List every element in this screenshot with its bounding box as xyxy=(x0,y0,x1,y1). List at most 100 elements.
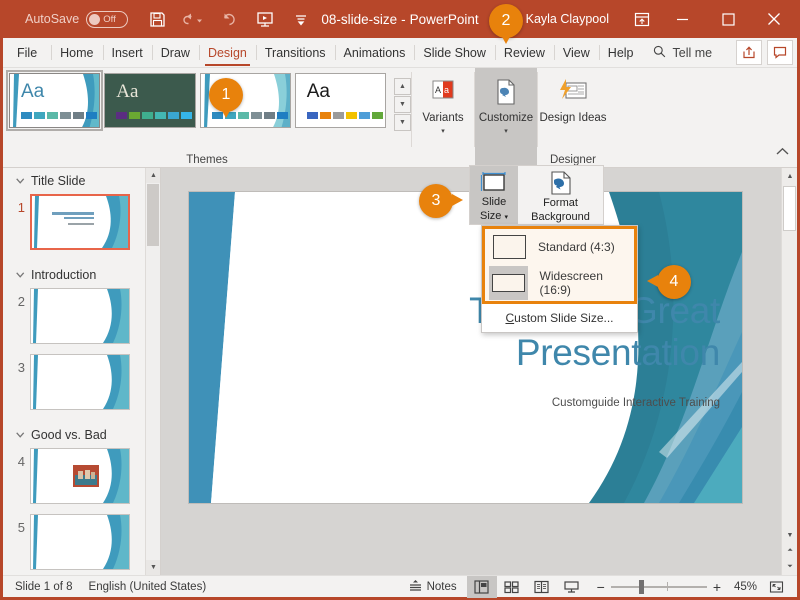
zoom-slider-handle[interactable] xyxy=(638,579,644,594)
tab-draw[interactable]: Draw xyxy=(151,38,199,67)
section-header-title-slide[interactable]: Title Slide xyxy=(3,168,160,190)
scroll-up-icon[interactable]: ▲ xyxy=(782,168,798,184)
slide-thumbnail-1[interactable] xyxy=(30,194,130,250)
menu-item-standard-4-3[interactable]: Standard (4:3) xyxy=(485,229,634,265)
collapse-ribbon-icon[interactable] xyxy=(776,145,789,159)
previous-slide-icon[interactable]: ⏶ xyxy=(782,543,798,559)
menu-item-label: Widescreen (16:9) xyxy=(539,269,603,297)
variants-button[interactable]: Aa Variants ▾ xyxy=(412,68,474,135)
zoom-in-button[interactable]: + xyxy=(713,579,721,595)
section-header-introduction[interactable]: Introduction xyxy=(3,256,160,284)
scrollbar-thumb[interactable] xyxy=(147,184,159,246)
tab-transitions[interactable]: Transitions xyxy=(255,38,335,67)
tab-animations[interactable]: Animations xyxy=(334,38,415,67)
comments-icon[interactable] xyxy=(767,40,793,65)
ribbon-group-customize: Customize ▾ xyxy=(475,68,537,168)
variants-label: Variants xyxy=(422,112,464,124)
tab-design[interactable]: Design xyxy=(198,38,256,67)
design-ideas-label: Design Ideas xyxy=(539,112,607,124)
list-item[interactable]: 2 xyxy=(3,284,160,350)
tab-help[interactable]: Help xyxy=(598,38,643,67)
ribbon-display-options-icon[interactable] xyxy=(625,0,659,38)
zoom-slider[interactable] xyxy=(610,579,707,594)
autosave-state: Off xyxy=(103,13,116,25)
scroll-down-icon[interactable]: ▼ xyxy=(146,560,160,575)
current-slide-canvas[interactable]: Tips for a Great Presentation Customguid… xyxy=(189,192,742,503)
menu-item-widescreen-16-9[interactable]: Widescreen (16:9) xyxy=(485,265,634,301)
slideshow-view-icon[interactable] xyxy=(557,576,587,598)
list-item[interactable]: 3 xyxy=(3,350,160,416)
slide-thumbnail-4[interactable] xyxy=(30,448,130,504)
theme-thumbnail-2[interactable]: Aa xyxy=(104,73,196,128)
theme-thumbnail-4[interactable]: Aa xyxy=(294,73,386,128)
notes-button[interactable]: Notes xyxy=(399,579,467,594)
autosave-toggle-group[interactable]: AutoSave Off xyxy=(25,10,129,28)
slide-sorter-icon[interactable] xyxy=(497,576,527,598)
list-item[interactable]: 1 xyxy=(3,190,160,256)
scroll-down-icon[interactable]: ▼ xyxy=(782,527,798,543)
list-item[interactable]: 5 xyxy=(3,510,160,575)
maximize-button[interactable] xyxy=(705,0,751,38)
account-name[interactable]: Kayla Claypool xyxy=(526,12,609,26)
autosave-label: AutoSave xyxy=(25,12,80,26)
slide-thumbnail-5[interactable] xyxy=(30,514,130,570)
menu-item-custom-slide-size[interactable]: Custom Slide Size... xyxy=(482,304,637,332)
slide-size-options-highlight: Standard (4:3) Widescreen (16:9) xyxy=(482,226,637,304)
design-ideas-button[interactable]: Design Ideas xyxy=(538,68,608,125)
theme-swatches xyxy=(116,112,193,119)
undo-icon[interactable] xyxy=(182,8,204,30)
tab-slide-show[interactable]: Slide Show xyxy=(414,38,495,67)
slide-size-button[interactable]: Slide Size ▾ xyxy=(470,166,518,224)
slide-counter[interactable]: Slide 1 of 8 xyxy=(15,581,73,593)
list-item[interactable]: 4 xyxy=(3,444,160,510)
tab-home[interactable]: Home xyxy=(51,38,102,67)
tab-file[interactable]: File xyxy=(3,38,51,67)
format-background-button[interactable]: Format Background xyxy=(518,166,603,224)
tell-me-search[interactable]: Tell me xyxy=(643,38,723,67)
variants-caret-icon[interactable]: ▾ xyxy=(441,128,445,135)
customize-label: Customize xyxy=(478,112,534,124)
fit-slide-icon[interactable] xyxy=(763,580,789,594)
slide-subtitle-text[interactable]: Customguide Interactive Training xyxy=(300,397,720,409)
next-slide-icon[interactable]: ⏷ xyxy=(782,559,798,575)
themes-scroll-down-icon[interactable]: ▼ xyxy=(394,96,411,113)
theme-wave-graphic xyxy=(272,74,290,127)
ribbon: Aa Aa Aa ▲ ▼ ▼ Themes A a Variants ▾ Cus… xyxy=(3,68,797,168)
editor-vertical-scrollbar[interactable]: ▲ ▼ ⏶ ⏷ xyxy=(781,168,797,575)
thumb-left-bar xyxy=(34,196,39,248)
slide-thumbnail-2[interactable] xyxy=(30,288,130,344)
save-icon[interactable] xyxy=(146,8,168,30)
language-indicator[interactable]: English (United States) xyxy=(89,581,207,593)
themes-scroll-up-icon[interactable]: ▲ xyxy=(394,78,411,95)
scrollbar-thumb[interactable] xyxy=(783,186,796,231)
redo-icon[interactable] xyxy=(218,8,240,30)
theme-aa-sample: Aa xyxy=(306,81,330,102)
zoom-percentage[interactable]: 45% xyxy=(727,581,757,593)
tab-insert[interactable]: Insert xyxy=(102,38,152,67)
share-icon[interactable] xyxy=(736,40,762,65)
reading-view-icon[interactable] xyxy=(527,576,557,598)
customize-qat-icon[interactable] xyxy=(290,8,312,30)
theme-thumbnail-1[interactable]: Aa xyxy=(5,70,104,131)
section-collapse-icon[interactable] xyxy=(12,174,26,188)
slide-pane-scrollbar[interactable]: ▲ ▼ xyxy=(145,168,160,575)
customize-button[interactable]: Customize ▾ xyxy=(475,68,537,168)
close-button[interactable] xyxy=(751,0,797,38)
section-collapse-icon[interactable] xyxy=(12,428,26,442)
start-presentation-icon[interactable] xyxy=(254,8,276,30)
custom-slide-size-label: ustom Slide Size... xyxy=(514,311,614,325)
slide-thumbnail-3[interactable] xyxy=(30,354,130,410)
section-header-good-vs-bad[interactable]: Good vs. Bad xyxy=(3,416,160,444)
normal-view-icon[interactable] xyxy=(466,575,497,598)
thumb-left-bar xyxy=(33,449,38,503)
tab-view[interactable]: View xyxy=(553,38,599,67)
design-ideas-icon xyxy=(556,75,590,109)
section-collapse-icon[interactable] xyxy=(12,268,26,282)
zoom-out-button[interactable]: − xyxy=(597,579,605,595)
autosave-switch[interactable]: Off xyxy=(86,10,129,28)
themes-more-icon[interactable]: ▼ xyxy=(394,114,411,131)
slide-size-label-1: Slide xyxy=(481,196,507,208)
customize-caret-icon[interactable]: ▾ xyxy=(504,128,508,135)
scroll-up-icon[interactable]: ▲ xyxy=(146,168,160,183)
minimize-button[interactable] xyxy=(659,0,705,38)
